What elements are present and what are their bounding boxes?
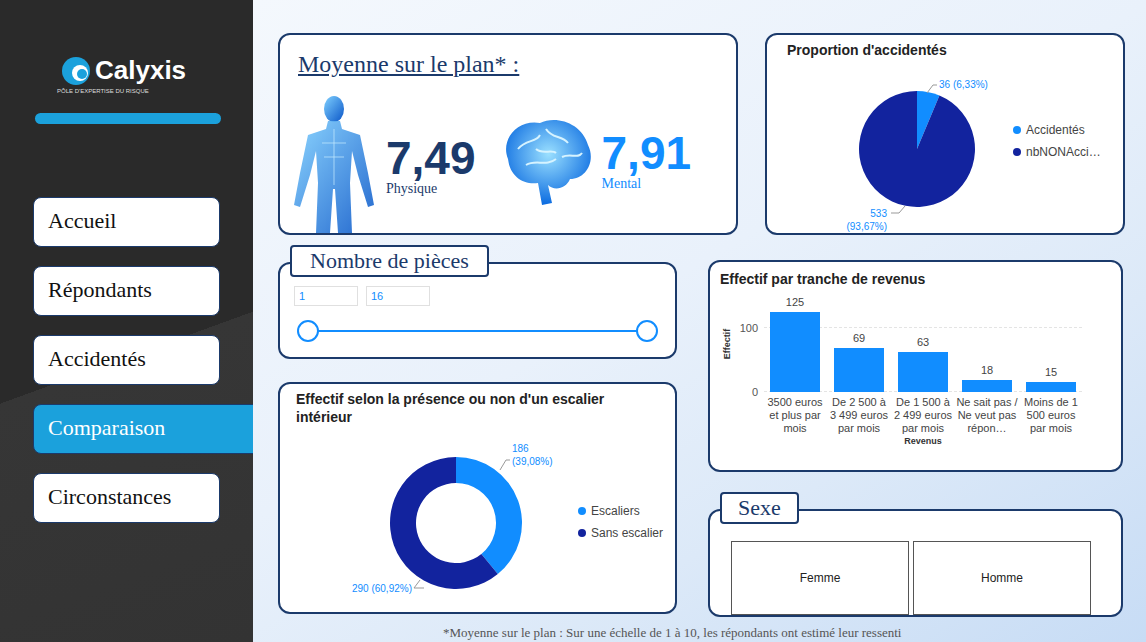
bar-column: 18 — [956, 364, 1018, 392]
bar[interactable] — [770, 312, 820, 392]
logo-tagline: PÔLE D'EXPERTISE DU RISQUE — [57, 88, 253, 94]
legend-item[interactable]: Sans escalier — [578, 526, 663, 540]
nav-menu: AccueilRépondantsAccidentésComparaisonCi… — [33, 197, 253, 523]
x-category: 3500 euros et plus par mois — [764, 396, 826, 435]
nav-item[interactable]: Accidentés — [33, 335, 220, 385]
slicer-title: Sexe — [720, 492, 799, 524]
legend: Accidentés nbNONAcci… — [1013, 123, 1101, 233]
metric-label: Physique — [386, 181, 476, 197]
legend: Escaliers Sans escalier — [578, 504, 663, 608]
averages-title: Moyenne sur le plan* : — [298, 51, 736, 78]
slice-label: 36 (6,33%) — [939, 79, 988, 90]
x-category: Ne sait pas / Ne veut pas répon… — [956, 396, 1018, 435]
y-tick: 0 — [752, 386, 758, 398]
pie-chart: 36 (6,33%) 533 (93,67%) — [787, 61, 1027, 233]
metric-value: 7,49 — [386, 135, 476, 181]
main-area: Moyenne sur le plan* : 7,49 Physique 7,9… — [253, 0, 1146, 642]
metric: 7,49 Physique — [288, 93, 476, 233]
bar-column: 125 — [764, 296, 826, 392]
accent-bar — [35, 113, 221, 124]
chart-title: Effectif par tranche de revenus — [720, 268, 1113, 290]
legend-item[interactable]: Escaliers — [578, 504, 663, 518]
brain-icon — [496, 109, 596, 213]
accident-share-card: Proportion d'accidentés 36 (6,33%) 533 (93… — [765, 33, 1125, 235]
averages-card: Moyenne sur le plan* : 7,49 Physique 7,9… — [278, 33, 738, 235]
bar-value: 69 — [853, 332, 865, 344]
x-category: Moins de 1 500 euros par mois — [1020, 396, 1082, 435]
metric-label: Mental — [602, 176, 692, 192]
nav-item[interactable]: Accueil — [33, 197, 220, 247]
x-category: De 1 500 à 2 499 euros par mois — [892, 396, 954, 435]
leader-line — [927, 85, 937, 93]
legend-item[interactable]: nbNONAcci… — [1013, 145, 1101, 159]
chart-title: Effectif selon la présence ou non d'un e… — [296, 388, 626, 428]
sex-option[interactable]: Homme — [913, 541, 1091, 615]
min-input[interactable]: 1 — [294, 286, 358, 306]
max-input[interactable]: 16 — [366, 286, 430, 306]
bar-value: 15 — [1045, 366, 1057, 378]
nav-item[interactable]: Répondants — [33, 266, 220, 316]
legend-item[interactable]: Accidentés — [1013, 123, 1101, 137]
bar-value: 18 — [981, 364, 993, 376]
bar-column: 69 — [828, 332, 890, 392]
slice-label: (39,08%) — [512, 456, 553, 467]
leader-line — [500, 460, 510, 470]
dashboard: Calyxis PÔLE D'EXPERTISE DU RISQUE Accue… — [0, 0, 1146, 642]
metric: 7,91 Mental — [496, 109, 692, 233]
bar-value: 125 — [786, 296, 804, 308]
x-axis-title: Revenus — [764, 436, 1082, 446]
footnote: *Moyenne sur le plan : Sur une échelle d… — [278, 625, 1146, 641]
slice-label: 290 (60,92%) — [352, 583, 412, 594]
bar[interactable] — [834, 348, 884, 392]
rooms-slicer: Nombre de pièces 1 16 — [278, 245, 677, 359]
y-tick: 100 — [740, 322, 758, 334]
metric-value: 7,91 — [602, 130, 692, 176]
x-category: De 2 500 à 3 499 euros par mois — [828, 396, 890, 435]
slice-label: 533 — [870, 208, 887, 219]
slice-label: (93,67%) — [846, 221, 887, 232]
donut-slice[interactable] — [390, 457, 498, 589]
sidebar: Calyxis PÔLE D'EXPERTISE DU RISQUE Accue… — [0, 0, 253, 642]
slider-handle[interactable] — [636, 320, 658, 342]
chart-title: Proportion d'accidentés — [787, 39, 1027, 61]
nav-item[interactable]: Circonstances — [33, 473, 220, 523]
slice-label: 186 — [512, 443, 529, 454]
bar-column: 63 — [892, 336, 954, 392]
slider-handle[interactable] — [297, 320, 319, 342]
donut-chart: 186 (39,08%) 290 (60,92%) — [296, 428, 586, 608]
sex-option[interactable]: Femme — [731, 541, 909, 615]
income-card: Effectif par tranche de revenus Effectif… — [708, 260, 1123, 472]
human-body-icon — [288, 93, 380, 233]
logo-name: Calyxis — [95, 55, 186, 86]
leader-line — [891, 206, 905, 213]
y-axis: 1000 — [734, 296, 764, 392]
calyxis-logo-icon — [61, 56, 91, 86]
y-axis-title: Effectif — [722, 329, 732, 360]
range-slider[interactable] — [308, 330, 647, 332]
logo: Calyxis PÔLE D'EXPERTISE DU RISQUE — [33, 55, 253, 94]
donut-slice[interactable] — [456, 457, 522, 574]
bar-column: 15 — [1020, 366, 1082, 392]
slicer-title: Nombre de pièces — [290, 245, 489, 277]
stairs-card: Effectif selon la présence ou non d'un e… — [278, 382, 677, 614]
sex-slicer: Sexe FemmeHomme — [708, 492, 1123, 617]
bar[interactable] — [962, 380, 1012, 392]
bar[interactable] — [1026, 382, 1076, 392]
bar[interactable] — [898, 352, 948, 392]
pie-slice[interactable] — [859, 91, 975, 207]
bar-value: 63 — [917, 336, 929, 348]
leader-line — [414, 580, 424, 588]
